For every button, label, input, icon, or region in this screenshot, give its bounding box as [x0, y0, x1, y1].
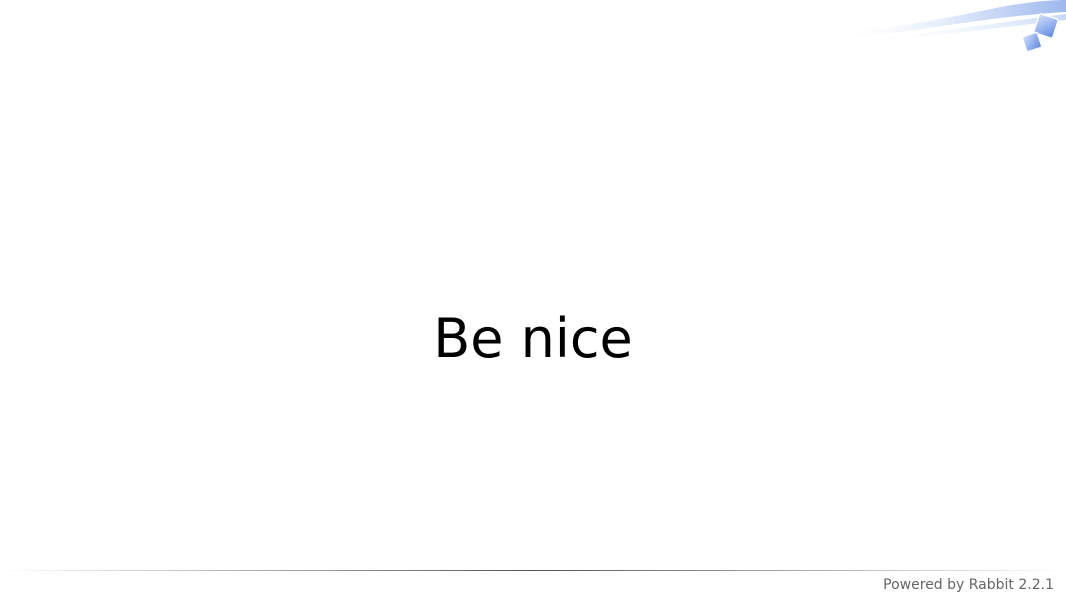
slide: Be nice Powered by Rabbit 2.2.1 [0, 0, 1066, 600]
rabbit-logo-icon [1021, 13, 1059, 53]
slide-title: Be nice [433, 307, 633, 370]
footer-credit: Powered by Rabbit 2.2.1 [883, 577, 1054, 593]
footer-divider [0, 570, 1066, 571]
